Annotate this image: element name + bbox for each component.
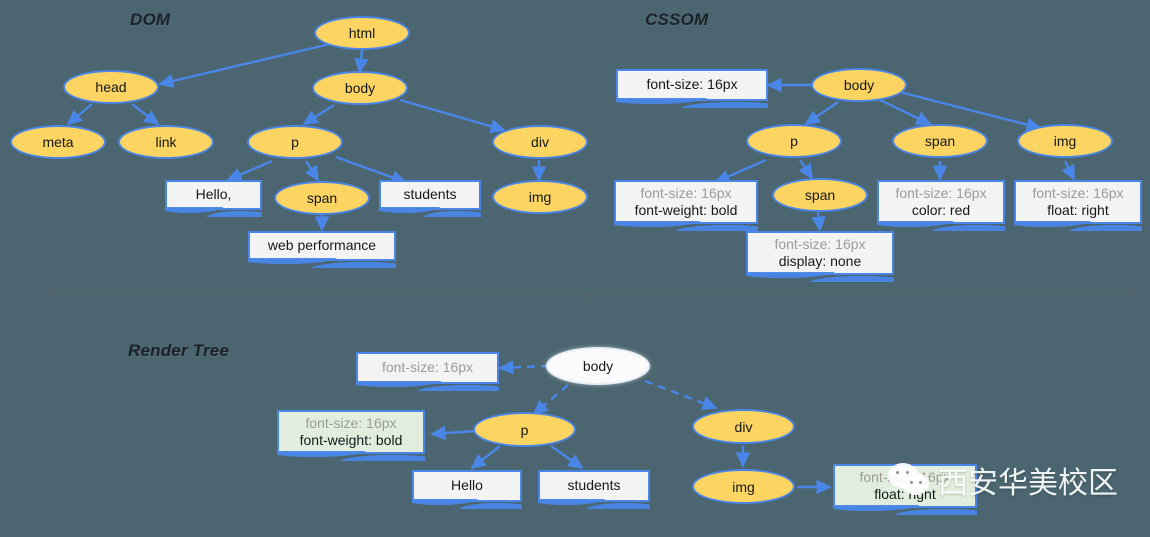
edge-cssom-body-img	[899, 90, 1042, 132]
rt-node-p[interactable]: p	[473, 412, 576, 447]
cssom-node-span-2-label: span	[804, 187, 836, 203]
cssom-node-img-label: img	[1053, 133, 1077, 149]
rt-node-img[interactable]: img	[692, 469, 795, 504]
dom-node-div[interactable]: div	[492, 125, 588, 159]
rt-node-img-label: img	[732, 478, 755, 495]
dom-text-students[interactable]: students	[379, 180, 481, 217]
edge-html-head	[158, 42, 331, 88]
dom-node-div-label: div	[531, 134, 549, 150]
rt-node-div-label: div	[734, 418, 753, 435]
dom-node-body[interactable]: body	[312, 71, 408, 105]
cssom-rules-body[interactable]: font-size: 16px	[616, 69, 768, 108]
cssom-node-span-1-label: span	[924, 133, 956, 149]
edge-cssom-img-rules	[1061, 160, 1076, 181]
cssom-node-span-1[interactable]: span	[892, 124, 988, 158]
cssom-node-body-label: body	[843, 77, 875, 93]
diagram-canvas: DOM html head body meta link p div span …	[0, 0, 1150, 537]
edge-cssom-span2-rules	[811, 211, 826, 232]
cssom-rules-img[interactable]: font-size: 16px float: right	[1014, 180, 1142, 231]
cssom-rules-span-2[interactable]: font-size: 16px display: none	[746, 231, 894, 282]
edge-rt-body-div	[644, 379, 718, 410]
edge-rt-p-rules	[430, 425, 477, 441]
edge-cssom-body-span1	[879, 98, 932, 126]
dom-node-img[interactable]: img	[492, 180, 588, 214]
dom-node-html-label: html	[348, 25, 376, 41]
dom-text-hello-label: Hello,	[195, 186, 232, 203]
cssom-node-body[interactable]: body	[811, 68, 907, 102]
edge-p-hello	[226, 159, 273, 182]
rt-rules-img-line2: float: right	[874, 486, 936, 502]
dom-node-body-label: body	[344, 80, 376, 96]
cssom-node-img[interactable]: img	[1017, 124, 1113, 158]
edge-body-div	[399, 98, 506, 134]
cssom-rules-span-1-line2: color: red	[911, 202, 971, 218]
rt-text-hello[interactable]: Hello	[412, 470, 522, 509]
dom-node-html[interactable]: html	[314, 16, 410, 50]
cssom-rules-p[interactable]: font-size: 16px font-weight: bold	[614, 180, 758, 231]
cssom-rules-span-1-line1: font-size: 16px	[895, 184, 987, 201]
rt-rules-img[interactable]: font-size: 16px float: right	[833, 464, 977, 515]
dom-node-head[interactable]: head	[63, 70, 159, 104]
rt-text-students-label: students	[567, 477, 621, 494]
dom-node-p-label: p	[291, 134, 299, 150]
edge-cssom-p-rules	[714, 158, 767, 184]
edge-rt-body-rules	[498, 360, 550, 375]
rt-rules-p[interactable]: font-size: 16px font-weight: bold	[277, 410, 425, 461]
dom-node-img-label: img	[528, 189, 552, 205]
rt-node-p-label: p	[520, 421, 529, 438]
cssom-node-p-label: p	[790, 133, 798, 149]
rt-rules-p-line1: font-size: 16px	[305, 414, 397, 431]
dom-text-webperformance[interactable]: web performance	[248, 231, 396, 268]
edge-p-span	[304, 160, 320, 182]
edge-head-link	[131, 103, 160, 126]
cssom-rules-img-line2: float: right	[1047, 202, 1109, 218]
edge-p-students	[335, 155, 407, 185]
edge-rt-p-students	[550, 445, 584, 470]
cssom-node-span-2[interactable]: span	[772, 178, 868, 212]
cssom-rules-p-line2: font-weight: bold	[634, 202, 738, 218]
edge-html-body	[354, 49, 369, 74]
dom-node-span[interactable]: span	[274, 181, 370, 215]
edge-cssom-body-p	[804, 101, 839, 126]
edge-rt-p-hello	[470, 445, 501, 470]
edge-layer	[50, 42, 1135, 495]
rt-rules-body[interactable]: font-size: 16px	[356, 352, 499, 391]
cssom-rules-span-2-line2: display: none	[778, 253, 862, 269]
cssom-rules-body-line1: font-size: 16px	[646, 76, 738, 93]
dom-node-span-label: span	[306, 190, 338, 206]
dom-node-link-label: link	[155, 134, 177, 150]
edge-cssom-p-span2	[798, 159, 814, 180]
dom-node-meta[interactable]: meta	[10, 125, 106, 159]
edge-rt-body-p	[532, 384, 569, 416]
rt-node-body-label: body	[582, 358, 614, 374]
cssom-rules-p-line1: font-size: 16px	[640, 184, 732, 201]
cssom-rules-span-2-line1: font-size: 16px	[774, 235, 866, 252]
rt-rules-img-line1: font-size: 16px	[859, 468, 951, 485]
rt-text-students[interactable]: students	[538, 470, 650, 509]
rt-rules-p-line2: font-weight: bold	[299, 432, 403, 448]
rt-node-div[interactable]: div	[692, 409, 795, 444]
dom-node-meta-label: meta	[42, 134, 74, 150]
dom-node-p[interactable]: p	[247, 125, 343, 159]
cssom-node-p[interactable]: p	[746, 124, 842, 158]
section-divider-brace	[50, 289, 1135, 302]
rt-node-body[interactable]: body	[546, 347, 650, 385]
dom-node-link[interactable]: link	[118, 125, 214, 159]
cssom-rules-span-1[interactable]: font-size: 16px color: red	[877, 180, 1005, 231]
edge-head-meta	[66, 103, 93, 126]
dom-text-hello[interactable]: Hello,	[165, 180, 262, 217]
rt-rules-body-line1: font-size: 16px	[381, 359, 474, 376]
cssom-rules-img-line1: font-size: 16px	[1032, 184, 1124, 201]
dom-node-head-label: head	[95, 79, 127, 95]
dom-text-webperformance-label: web performance	[267, 237, 377, 254]
dom-text-students-label: students	[403, 186, 457, 203]
edge-body-p	[302, 103, 335, 126]
rt-text-hello-label: Hello	[451, 477, 483, 494]
